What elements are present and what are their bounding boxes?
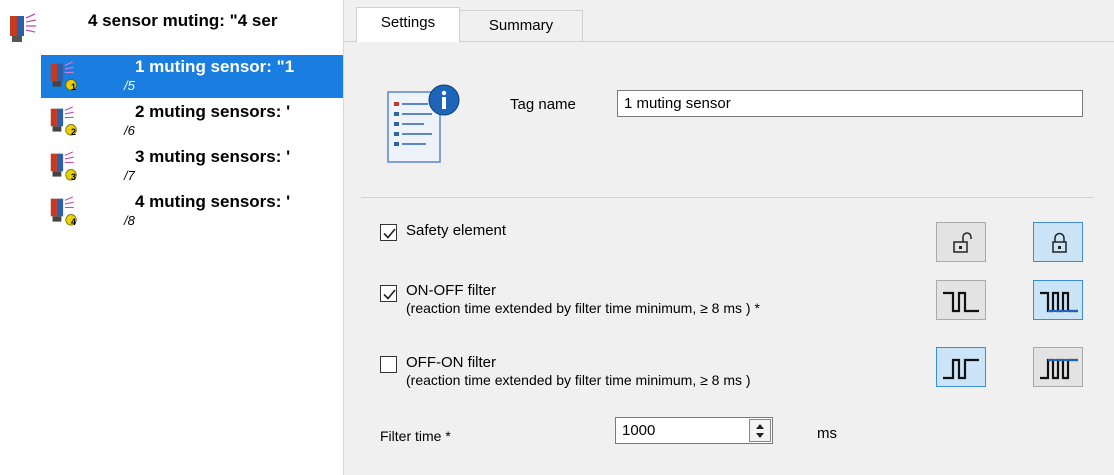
tree-item-1[interactable]: 1 1 muting sensor: "1 /5 (41, 55, 343, 98)
on-off-pulse-icon (943, 291, 979, 313)
tree-root-item[interactable]: 4 sensor muting: "4 ser (8, 8, 343, 48)
tree-item-title: 4 muting sensors: ' (135, 192, 291, 211)
tab-settings[interactable]: Settings (356, 7, 460, 42)
safety-element-label: Safety element (406, 222, 507, 239)
sensor-badge: 4 (71, 217, 77, 227)
info-document-icon (387, 84, 460, 163)
off-on-pulse-filtered-icon (1040, 358, 1078, 380)
tree-root-label: 4 sensor muting: "4 ser (88, 11, 278, 30)
sensor-badge: 2 (71, 127, 77, 137)
spin-down-icon[interactable] (750, 431, 770, 441)
tree-item-address: /5 (124, 78, 135, 93)
on-off-filter-label: ON-OFF filter (406, 282, 496, 299)
on-off-filtered-button[interactable] (1033, 280, 1083, 320)
off-on-filter-checkbox[interactable] (380, 356, 397, 373)
spinner[interactable] (749, 419, 771, 442)
tree-item-3[interactable]: 3 3 muting sensors: ' /7 (41, 145, 343, 188)
tree-item-4[interactable]: 4 4 muting sensors: ' /8 (41, 190, 343, 233)
tab-summary[interactable]: Summary (459, 10, 583, 42)
filter-time-stepper[interactable] (615, 417, 773, 444)
off-on-pulse-button[interactable] (936, 347, 986, 387)
filter-time-label: Filter time * (380, 428, 451, 444)
off-on-filter-description: (reaction time extended by filter time m… (406, 372, 751, 388)
unlock-icon (953, 232, 972, 253)
on-off-pulse-filtered-icon (1040, 291, 1078, 313)
properties-panel: Settings Summary Tag name Safety (343, 0, 1114, 475)
off-on-pulse-icon (943, 358, 979, 380)
on-off-pulse-button[interactable] (936, 280, 986, 320)
tree-item-address: /8 (124, 213, 135, 228)
tag-name-input[interactable] (617, 90, 1083, 117)
filter-time-input[interactable] (616, 418, 748, 443)
muting-sensor-icon (10, 13, 37, 42)
on-off-filter-checkbox[interactable] (380, 285, 397, 302)
lock-button[interactable] (1033, 222, 1083, 262)
tree-item-address: /7 (124, 168, 135, 183)
tree-item-address: /6 (124, 123, 135, 138)
unlock-button[interactable] (936, 222, 986, 262)
spin-up-icon[interactable] (750, 421, 770, 431)
on-off-filter-description: (reaction time extended by filter time m… (406, 300, 760, 316)
safety-element-checkbox[interactable] (380, 224, 397, 241)
section-divider (361, 197, 1093, 198)
settings-content: Tag name Safety element ON-OFF f (344, 42, 1114, 475)
device-tree: 4 sensor muting: "4 ser 1 1 muting senso… (0, 0, 343, 475)
sensor-badge: 3 (71, 172, 77, 182)
off-on-filter-label: OFF-ON filter (406, 354, 496, 371)
tree-item-2[interactable]: 2 2 muting sensors: ' /6 (41, 100, 343, 143)
sensor-badge: 1 (71, 82, 77, 92)
tag-name-label: Tag name (510, 96, 576, 113)
tree-item-title: 3 muting sensors: ' (135, 147, 291, 166)
off-on-filtered-button[interactable] (1033, 347, 1083, 387)
filter-time-unit: ms (817, 425, 837, 442)
lock-icon (1052, 232, 1067, 253)
tree-item-title: 2 muting sensors: ' (135, 102, 291, 121)
tree-item-title: 1 muting sensor: "1 (135, 57, 295, 76)
tab-strip: Settings Summary (344, 0, 1114, 44)
